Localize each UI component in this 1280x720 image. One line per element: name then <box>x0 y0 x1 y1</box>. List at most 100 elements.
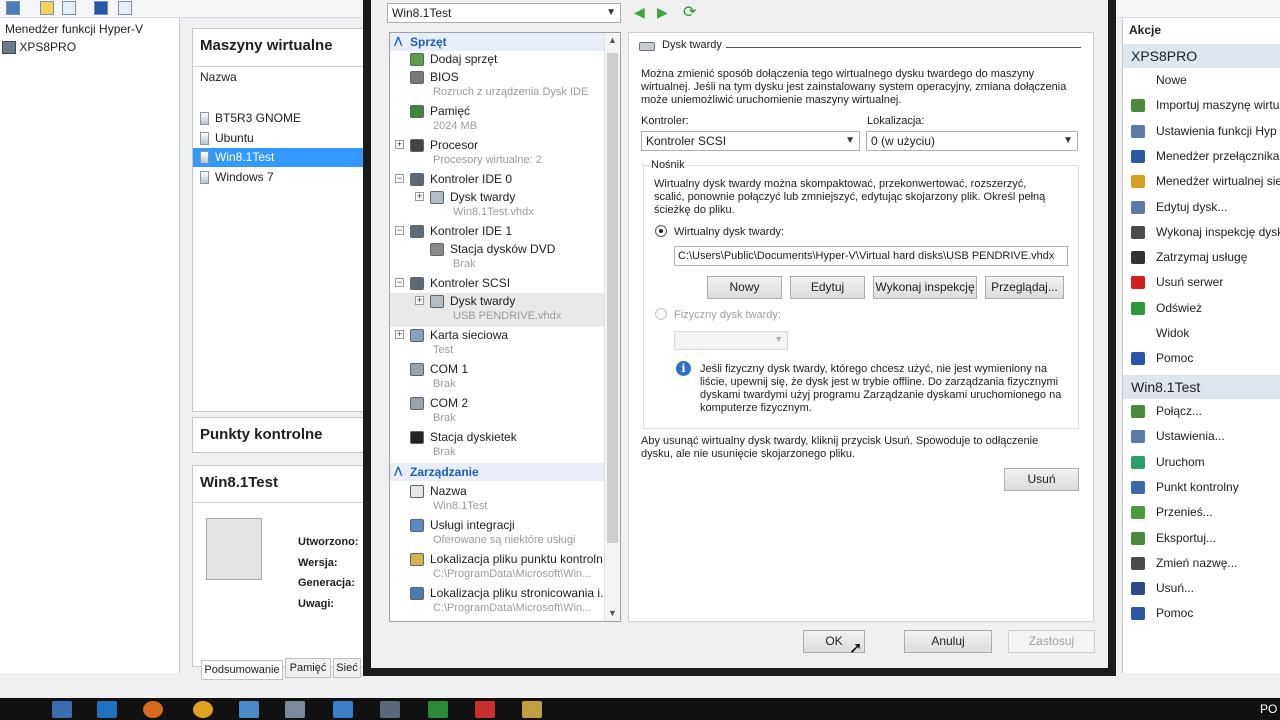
settings-item-network-adapter[interactable]: + Karta sieciowa Test <box>390 327 604 361</box>
expand-toggle-icon[interactable]: − <box>395 226 404 235</box>
action-item[interactable]: Punkt kontrolny <box>1123 475 1280 500</box>
app3-icon[interactable] <box>475 701 495 718</box>
expand-toggle-icon[interactable]: − <box>395 174 404 183</box>
panel-icon[interactable] <box>62 1 76 15</box>
apply-button[interactable]: Zastosuj <box>1008 630 1095 653</box>
browse-button[interactable]: Przeglądaj... <box>985 276 1064 299</box>
folder-icon[interactable] <box>40 1 54 15</box>
explorer-icon[interactable] <box>52 701 72 718</box>
app-icon[interactable] <box>380 701 400 718</box>
location-select[interactable]: 0 (w użyciu) ▼ <box>866 131 1078 151</box>
settings-item-hard-disk-ide[interactable]: + Dysk twardy Win8.1Test.vhdx <box>390 189 604 223</box>
inspect-button[interactable]: Wykonaj inspekcję <box>873 276 977 299</box>
list-scrollbar[interactable]: ▲ ▼ <box>604 33 620 621</box>
action-item[interactable]: Uruchom <box>1123 450 1280 475</box>
new-button[interactable]: Nowy <box>707 276 782 299</box>
settings-item-scsi-controller[interactable]: − Kontroler SCSI <box>390 275 604 293</box>
scroll-thumb[interactable] <box>607 53 618 543</box>
scroll-down-icon[interactable]: ▼ <box>608 608 617 618</box>
remove-button[interactable]: Usuń <box>1004 468 1079 491</box>
vm-row[interactable]: Windows 7 <box>193 168 383 187</box>
previous-arrow-icon[interactable]: ◀ <box>634 4 645 21</box>
firefox-icon[interactable] <box>143 701 163 718</box>
action-label: Odśwież <box>1156 300 1203 315</box>
details-tab[interactable]: Podsumowanie <box>201 660 283 680</box>
settings-item-add-hardware[interactable]: Dodaj sprzęt <box>390 51 604 69</box>
settings-item-hard-disk-scsi[interactable]: + Dysk twardy USB PENDRIVE.vhdx <box>390 293 604 327</box>
section-management[interactable]: ⋀ Zarządzanie <box>390 463 604 481</box>
action-item[interactable]: Nowe <box>1123 68 1280 93</box>
cancel-button[interactable]: Anuluj <box>904 630 992 653</box>
vm-icon <box>200 170 209 184</box>
refresh-icon[interactable]: ⟳ <box>683 2 696 22</box>
actions-group-server[interactable]: XPS8PRO <box>1123 44 1280 68</box>
virtual-disk-radio[interactable] <box>655 225 667 237</box>
grid-icon[interactable] <box>118 1 132 15</box>
hyperv-icon[interactable] <box>285 701 305 718</box>
action-item[interactable]: Importuj maszynę wirtu <box>1123 93 1280 118</box>
action-item[interactable]: Menedżer przełącznika <box>1123 144 1280 169</box>
action-item[interactable]: Widok <box>1123 321 1280 346</box>
window-icon[interactable] <box>239 701 259 718</box>
vm-row[interactable]: BT5R3 GNOME <box>193 109 383 128</box>
details-tab[interactable]: Pamięć <box>285 658 331 678</box>
action-item[interactable]: Edytuj dysk... <box>1123 195 1280 220</box>
back-arrow-icon[interactable] <box>6 1 20 15</box>
path-input[interactable]: C:\Users\Public\Documents\Hyper-V\Virtua… <box>674 246 1068 266</box>
expand-toggle-icon[interactable]: + <box>395 140 404 149</box>
settings-item-ide-controller-0[interactable]: − Kontroler IDE 0 <box>390 171 604 189</box>
vm-row[interactable]: Win8.1Test <box>193 148 383 167</box>
settings-item-management[interactable]: Usługi integracji Oferowane są niektóre u… <box>390 517 604 551</box>
settings-item-dvd-drive[interactable]: Stacja dysków DVD Brak <box>390 241 604 275</box>
physical-disk-radio[interactable] <box>655 308 667 320</box>
action-item[interactable]: Zmień nazwę... <box>1123 551 1280 576</box>
expand-toggle-icon[interactable]: + <box>395 330 404 339</box>
settings-item-com2[interactable]: COM 2 Brak <box>390 395 604 429</box>
action-item[interactable]: Menedżer wirtualnej sie <box>1123 169 1280 194</box>
expand-toggle-icon[interactable]: + <box>415 192 424 201</box>
tree-server-item[interactable]: XPS8PRO <box>2 40 76 55</box>
settings-item-processor[interactable]: + Procesor Procesory wirtualne: 2 <box>390 137 604 171</box>
actions-group-vm[interactable]: Win8.1Test <box>1123 375 1280 399</box>
next-arrow-icon[interactable]: ▶ <box>657 4 668 21</box>
app4-icon[interactable] <box>522 701 542 718</box>
vm-row[interactable]: Ubuntu <box>193 129 383 148</box>
settings-item-com1[interactable]: COM 1 Brak <box>390 361 604 395</box>
scroll-up-icon[interactable]: ▲ <box>608 35 617 45</box>
action-item[interactable]: Usuń... <box>1123 576 1280 601</box>
action-item[interactable]: Zatrzymaj usługę <box>1123 245 1280 270</box>
dvd-icon <box>430 243 444 256</box>
vm-select[interactable]: Win8.1Test ▼ <box>387 3 621 23</box>
settings-item-floppy-drive[interactable]: Stacja dyskietek Brak <box>390 429 604 463</box>
action-item[interactable]: Ustawienia funkcji Hyp <box>1123 119 1280 144</box>
details-tab[interactable]: Sieć <box>333 658 361 678</box>
network-icon[interactable] <box>333 701 353 718</box>
action-item[interactable]: Wykonaj inspekcję dysk <box>1123 220 1280 245</box>
action-item[interactable]: Połącz... <box>1123 399 1280 424</box>
settings-item-management[interactable]: Lokalizacja pliku stronicowania i... C:\P… <box>390 585 610 619</box>
action-item[interactable]: Odśwież <box>1123 296 1280 321</box>
expand-toggle-icon[interactable]: + <box>415 296 424 305</box>
app2-icon[interactable] <box>428 701 448 718</box>
edit-button[interactable]: Edytuj <box>790 276 865 299</box>
action-item[interactable]: Ustawienia... <box>1123 424 1280 449</box>
physical-disk-select[interactable]: ▼ <box>674 331 788 350</box>
settings-item-ide-controller-1[interactable]: − Kontroler IDE 1 <box>390 223 604 241</box>
section-hardware[interactable]: ⋀ Sprzęt <box>390 33 604 51</box>
chrome-icon[interactable] <box>193 701 213 718</box>
column-header-name[interactable]: Nazwa <box>200 70 237 84</box>
action-item[interactable]: Przenieś... <box>1123 500 1280 525</box>
settings-item-management[interactable]: Lokalizacja pliku punktu kontroln... C:\P… <box>390 551 613 585</box>
tree-root-item[interactable]: Menedżer funkcji Hyper-V <box>5 22 143 36</box>
action-item[interactable]: Usuń serwer <box>1123 270 1280 295</box>
action-item[interactable]: Pomoc <box>1123 601 1280 626</box>
help-icon[interactable] <box>94 1 108 15</box>
settings-item-memory[interactable]: Pamięć 2024 MB <box>390 103 604 137</box>
settings-item-bios[interactable]: BIOS Rozruch z urządzenia Dysk IDE <box>390 69 604 103</box>
action-item[interactable]: Pomoc <box>1123 346 1280 371</box>
action-item[interactable]: Eksportuj... <box>1123 526 1280 551</box>
controller-select[interactable]: Kontroler SCSI ▼ <box>641 131 860 151</box>
ie-icon[interactable] <box>97 701 117 718</box>
settings-item-management[interactable]: Nazwa Win8.1Test <box>390 483 604 517</box>
expand-toggle-icon[interactable]: − <box>395 278 404 287</box>
